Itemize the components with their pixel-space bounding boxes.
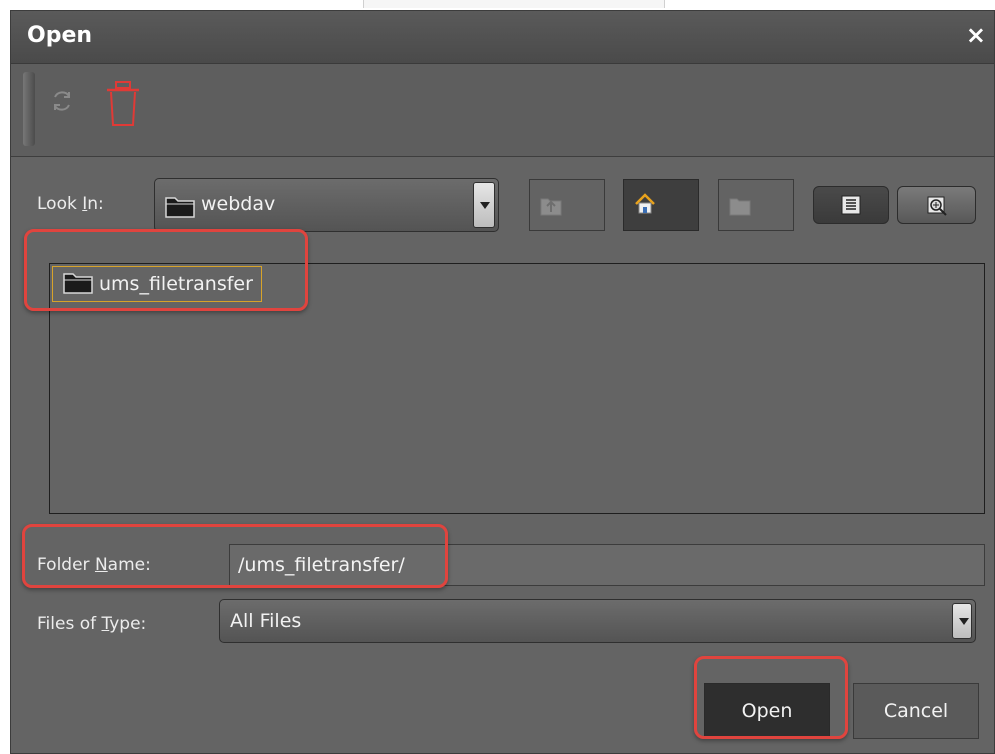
screenshot-page: Open × Look In: webdav ums_filetransfer … xyxy=(0,0,995,754)
open-button[interactable]: Open xyxy=(704,683,830,739)
list-item-name: ums_filetransfer xyxy=(99,273,253,295)
up-folder-icon xyxy=(540,194,562,220)
look-in-label: Look In: xyxy=(37,194,104,214)
files-of-type-dropdown[interactable]: All Files xyxy=(219,599,976,643)
folder-name-field[interactable]: /ums_filetransfer/ xyxy=(229,544,985,586)
refresh-icon[interactable] xyxy=(47,86,77,120)
dialog-title: Open xyxy=(27,23,93,48)
details-view-button[interactable] xyxy=(897,186,976,224)
folder-icon xyxy=(165,194,195,223)
close-icon[interactable]: × xyxy=(966,21,986,49)
folder-name-label: Folder Name: xyxy=(37,555,151,575)
background-tab-strip xyxy=(363,0,665,8)
title-bar[interactable]: Open × xyxy=(11,11,994,64)
cancel-button[interactable]: Cancel xyxy=(853,683,979,739)
look-in-dropdown[interactable]: webdav xyxy=(154,178,499,232)
open-dialog: Open × Look In: webdav ums_filetransfer … xyxy=(10,10,995,754)
new-folder-icon xyxy=(729,194,751,220)
up-one-level-button[interactable] xyxy=(529,179,605,231)
chevron-down-icon[interactable] xyxy=(952,603,972,639)
file-list[interactable]: ums_filetransfer xyxy=(49,263,985,514)
look-in-value: webdav xyxy=(201,193,276,215)
list-view-icon xyxy=(841,195,861,219)
trash-icon[interactable] xyxy=(103,80,143,132)
files-of-type-value: All Files xyxy=(230,610,302,632)
chevron-down-icon[interactable] xyxy=(473,182,495,228)
toolbar-grip[interactable] xyxy=(23,72,35,146)
details-view-icon xyxy=(926,194,948,220)
create-new-folder-button[interactable] xyxy=(718,179,794,231)
files-of-type-label: Files of Type: xyxy=(37,614,147,634)
toolbar xyxy=(11,64,994,157)
list-item[interactable]: ums_filetransfer xyxy=(52,266,262,302)
home-button[interactable] xyxy=(623,179,699,231)
folder-icon xyxy=(63,270,93,299)
list-view-button[interactable] xyxy=(813,186,889,224)
home-icon xyxy=(634,193,656,219)
